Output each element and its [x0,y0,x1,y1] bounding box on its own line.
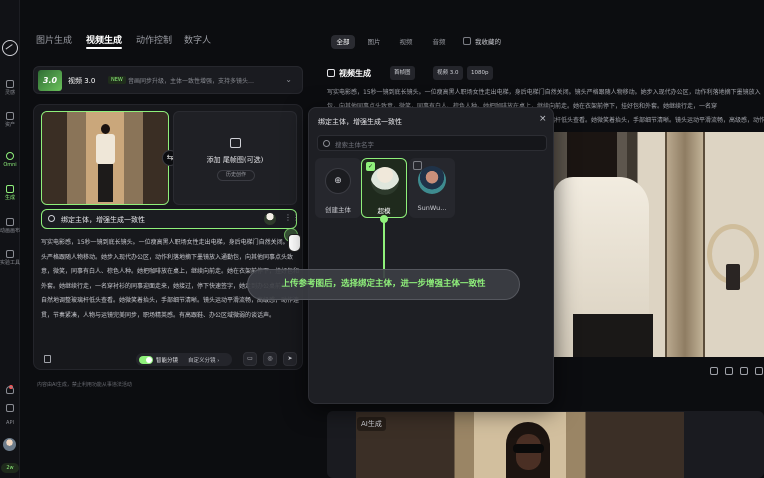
second-result-video[interactable] [356,412,684,478]
bound-subject-avatar[interactable] [264,213,276,225]
history-button[interactable]: 历史创作 [217,170,255,181]
model-name: 视频 3.0 [68,77,96,85]
bind-subject-popup: 绑定主体，增强生成一致性 × 搜索主体名字 ⊕ 创建主体 ✓ 超模 SunWu.… [308,107,554,404]
user-avatar[interactable] [3,438,16,451]
filter-tab-image[interactable]: 图片 [363,35,385,49]
model-selector[interactable]: 3.0 视频 3.0 NEW 音画同步升级，主体一致性增强，支持多镜头… ⌄ [33,66,303,94]
subject-icon [48,215,55,222]
search-icon [323,140,330,147]
filter-tab-all[interactable]: 全部 [331,35,355,49]
ai-generated-tag: AI生成 [357,417,386,431]
omni-icon [6,152,14,160]
result-video[interactable] [553,132,764,357]
add-last-frame-label: 添加 尾帧图(可选) [206,156,264,164]
check-icon: ✓ [366,162,375,171]
toggle-switch[interactable] [139,355,153,364]
model-description: 音画同步升级，主体一致性增强，支持多镜头… [128,78,255,85]
bell-icon [6,386,14,394]
popup-title: 绑定主体，增强生成一致性 [318,118,402,126]
rail-item-omni[interactable]: Omni [0,152,20,169]
thumbs-up-icon[interactable] [710,367,718,375]
subject-card-sunwu[interactable]: SunWu... [409,158,455,218]
more-icon[interactable] [755,367,763,375]
add-last-frame-slot[interactable]: 添加 尾帧图(可选) 历史创作 [173,111,297,205]
image-add-icon [230,138,241,148]
filter-tab-video[interactable]: 视频 [394,35,418,49]
rail-item-inspiration[interactable]: 灵感 [0,80,20,97]
rail-item-assets[interactable]: 资产 [0,112,20,129]
subject-avatar [371,167,399,195]
subject-search-input[interactable]: 搜索主体名字 [317,135,547,151]
woman-figure [94,124,116,202]
location-icon[interactable]: ◎ [263,352,277,366]
rail-item-canvas[interactable]: 动画画布 [0,218,20,235]
favorites-checkbox[interactable] [463,37,471,45]
rail-item-api[interactable]: API [0,420,20,427]
search-placeholder: 搜索主体名字 [335,141,374,149]
megaphone-icon [6,404,14,412]
rail-item-generate[interactable]: 生成 [0,185,20,202]
subject-card-supermodel[interactable]: ✓ 超模 [361,158,407,218]
custom-storyboard-button[interactable]: 自定义分镜 › [188,356,219,364]
filter-tab-audio[interactable]: 音频 [427,35,451,49]
tab-video-generation[interactable]: 视频生成 [86,33,123,49]
send-icon[interactable]: ➤ [283,352,297,366]
chevron-down-icon: ⌄ [285,75,292,84]
tab-digital-human[interactable]: 数字人 [184,33,211,46]
share-icon[interactable] [740,367,748,375]
generate-icon [6,185,14,193]
video-woman [553,132,665,357]
rail-item-notifications[interactable] [0,386,20,396]
tab-motion-control[interactable]: 动作控制 [136,33,172,46]
rail-item-tools[interactable]: 实验工具 [0,250,20,267]
sunglasses [513,444,544,453]
more-icon[interactable]: ⋮⋮ [284,213,300,222]
pill-first-frame: 首帧图 [390,66,415,80]
new-badge: NEW [108,76,126,84]
smart-storyboard-label: 智能分镜 [156,358,179,364]
pill-resolution: 1080p [467,66,493,80]
video-actions [553,363,764,381]
grid-icon [6,250,14,258]
pill-model: 视频 3.0 [433,66,463,80]
left-rail: 灵感 资产 Omni 生成 动画画布 实验工具 API 2w [0,0,20,478]
canvas-icon [6,218,14,226]
trash-icon[interactable] [44,355,51,363]
app-window: 灵感 资产 Omni 生成 动画画布 实验工具 API 2w 图片生成 视频生成… [0,0,764,478]
create-subject-button[interactable]: ⊕ 创建主体 [315,158,361,218]
tab-image-generation[interactable]: 图片生成 [36,33,72,46]
close-icon[interactable]: × [539,114,547,124]
add-user-icon: ⊕ [325,168,351,194]
elevator-door [665,132,705,357]
credit-badge[interactable]: 2w [1,463,19,473]
smart-storyboard-toggle[interactable]: 智能分镜 自定义分镜 › [136,353,232,366]
model-thumbnail: 3.0 [38,70,62,91]
favorites-label: 我收藏的 [475,38,501,46]
first-frame-image[interactable] [41,111,169,205]
checkbox-icon [413,161,422,170]
subject-avatar [418,166,446,194]
bind-subject-label: 绑定主体，增强生成一致性 [61,216,145,224]
hand-cursor-icon [282,228,302,254]
rail-item-announce[interactable] [0,404,20,414]
result-title: 视频生成 [339,69,371,78]
video-icon [327,69,335,77]
tutorial-callout: 上传参考图后，选择绑定主体，进一步增强主体一致性 [247,269,520,300]
thumbs-down-icon[interactable] [725,367,733,375]
bind-subject-bar[interactable]: 绑定主体，增强生成一致性 ⋮⋮ [41,209,300,229]
ai-disclaimer: 内容由AI生成，禁止利用功能从事违法活动 [37,382,132,388]
folder-icon [6,112,14,120]
logo-icon[interactable] [2,40,18,56]
storyboard-icon[interactable]: ▭ [243,352,257,366]
elevator-panel [726,264,740,290]
compass-icon [6,80,14,88]
